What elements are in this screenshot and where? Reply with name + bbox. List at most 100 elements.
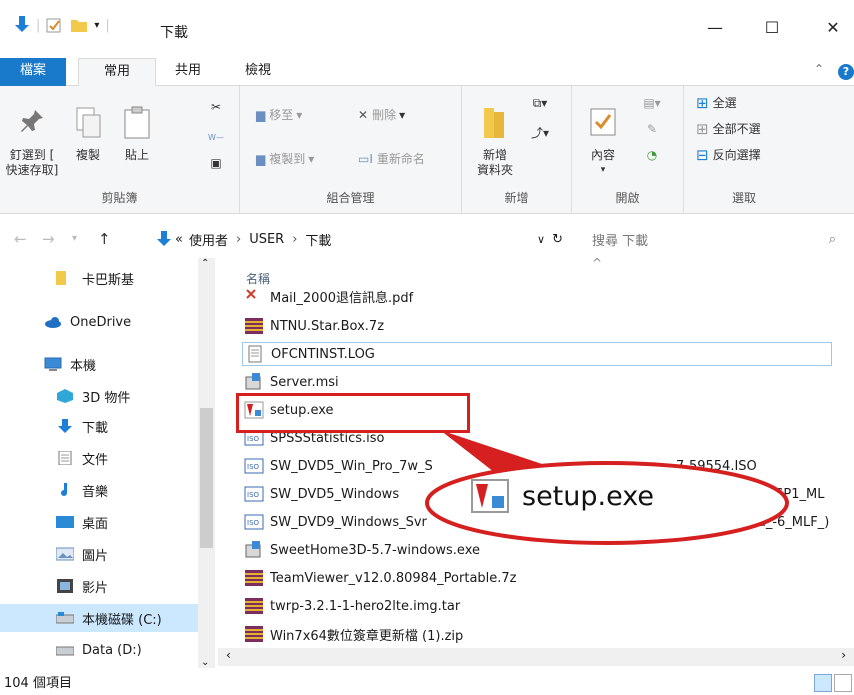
cut-icon[interactable]: ✂ [206,100,226,115]
file-row[interactable]: TeamViewer_v12.0.80984_Portable.7z [244,566,517,590]
nav-item-pictures[interactable]: 圖片 [56,540,108,568]
recent-locations-icon[interactable]: ▾ [72,233,77,244]
file-name: SW_DVD5_Windows [270,486,400,502]
paste-button[interactable]: 貼上 [114,106,160,163]
move-to-icon: ▆ [256,108,266,122]
nav-item-music[interactable]: 音樂 [56,476,108,504]
download-arrow-icon[interactable] [14,16,30,34]
select-all-label: 全選 [712,96,737,110]
nav-item-this-pc[interactable]: 本機 [44,350,96,378]
file-name: Win7x64數位簽章更新檔 (1).zip [270,628,464,644]
nav-item-downloads[interactable]: 下載 [56,412,108,440]
breadcrumb-users[interactable]: 使用者 [189,230,228,249]
select-none-icon: ⊞ [696,120,709,138]
file-row-focused[interactable]: OFCNTINST.LOG [242,342,832,366]
nav-item-data-d[interactable]: Data (D:) [56,636,142,664]
refresh-icon[interactable]: ↻ [552,232,563,247]
copy-to-button[interactable]: ▆ 複製到 ▾ [256,152,314,167]
pin-label: 釘選到 [ [9,148,55,162]
maximize-button[interactable]: ☐ [757,18,787,42]
back-arrow-icon[interactable]: ← [14,230,27,248]
open-icon[interactable]: ▤▾ [638,96,666,111]
file-row[interactable]: ISO SW_DVD5_Windows w_SP1_ML [244,482,824,506]
address-input[interactable]: « 使用者 › USER › 下載 ∨ ↻ [148,226,570,252]
highlight-box [236,393,470,433]
breadcrumb-user[interactable]: USER [249,232,284,247]
file-name: Server.msi [270,374,339,390]
easy-access-icon[interactable]: ⤴▾ [526,126,554,141]
nav-scrollbar[interactable]: ⌃ ⌄ [198,258,215,668]
properties-check-icon[interactable] [46,17,62,33]
folder-icon [56,271,66,285]
horizontal-scrollbar[interactable]: ‹ › [218,648,854,666]
nav-item-videos[interactable]: 影片 [56,572,108,600]
minimize-button[interactable]: — [700,18,730,42]
nav-label: 文件 [82,452,109,468]
copy-path-icon[interactable]: W— [206,130,226,145]
large-icons-view-icon[interactable] [834,674,852,692]
pin-quick-access-button[interactable]: 釘選到 [ 快速存取] [4,106,60,178]
select-all-button[interactable]: ⊞ 全選 [696,96,737,111]
delete-button[interactable]: ✕ 刪除 ▾ [358,108,405,123]
nav-label: 本機 [70,358,97,374]
open-group: 內容 ▾ ▤▾ ✎ ◔ 開啟 [572,86,684,214]
organize-group-label: 組合管理 [326,191,375,205]
copy-button[interactable]: 複製 [66,106,110,163]
file-row[interactable]: ISO SW_DVD5_Win_Pro_7w_S 7-59554.ISO [244,454,757,478]
invert-selection-button[interactable]: ⊟ 反向選擇 [696,148,761,163]
file-row[interactable]: Win7x64數位簽章更新檔 (1).zip [244,622,463,646]
scroll-up-icon[interactable]: ⌃ [201,258,209,269]
scroll-right-icon[interactable]: › [841,648,846,662]
new-item-icon[interactable]: ⧉▾ [526,96,554,111]
file-row[interactable]: NTNU.Star.Box.7z [244,314,384,338]
breadcrumb-downloads[interactable]: 下載 [305,230,331,249]
up-arrow-icon[interactable]: ↑ [98,230,111,248]
tab-share[interactable]: 共用 [165,58,211,86]
select-none-button[interactable]: ⊞ 全部不選 [696,122,761,137]
callout-label: setup.exe [522,480,654,512]
tab-home[interactable]: 常用 [78,58,156,87]
copy-label: 複製 [75,148,100,162]
tab-view[interactable]: 檢視 [235,58,281,86]
file-name-tail: 7-59554.ISO [676,458,757,474]
details-view-icon[interactable] [814,674,832,692]
new-folder-button[interactable]: 新增 資料夾 [472,106,518,178]
new-folder-icon[interactable] [70,17,88,33]
nav-item-desktop[interactable]: 桌面 [56,508,108,536]
rename-button[interactable]: ▭I 重新命名 [358,152,425,167]
file-row[interactable]: Mail_2000退信訊息.pdf [244,284,413,308]
nav-item-3d-objects[interactable]: 3D 物件 [56,382,130,410]
help-icon[interactable]: ? [838,64,854,80]
text-file-icon [248,345,262,363]
search-icon[interactable]: ⌕ [829,232,836,247]
nav-item-kaspersky[interactable]: 卡巴斯基 [56,264,134,292]
paste-shortcut-icon[interactable]: ▣ [206,156,226,171]
close-button[interactable]: ✕ [818,18,848,42]
document-icon [58,451,72,465]
forward-arrow-icon[interactable]: → [42,230,55,248]
qa-dropdown-icon[interactable]: ▾ [94,20,99,31]
file-row[interactable]: ISO SW_DVD9_Windows_Svr hTrad_-6_MLF_) [244,510,829,534]
collapse-ribbon-icon[interactable]: ⌃ [814,62,824,76]
nav-item-onedrive[interactable]: OneDrive [44,308,131,336]
file-row[interactable]: SweetHome3D-5.7-windows.exe [244,538,480,562]
address-dropdown-icon[interactable]: ∨ [537,233,545,246]
properties-label: 內容 [590,148,615,162]
history-icon[interactable]: ◔ [638,148,666,163]
scroll-left-icon[interactable]: ‹ [226,648,231,662]
nav-scroll-thumb[interactable] [200,408,213,548]
properties-button[interactable]: 內容 ▾ [580,106,626,178]
edit-icon[interactable]: ✎ [638,122,666,137]
clipboard-group-label: 剪貼簿 [101,191,138,205]
scroll-down-icon[interactable]: ⌄ [201,657,209,668]
file-row[interactable]: twrp-3.2.1-1-hero2lte.img.tar [244,594,460,618]
nav-label: 本機磁碟 (C:) [82,612,162,628]
file-row[interactable]: Server.msi [244,370,339,394]
navigation-pane: 卡巴斯基 OneDrive 本機 3D 物件 下載 文件 音樂 桌面 圖片 影片… [0,256,218,668]
search-input[interactable]: 搜尋 下載 ⌕ [578,226,842,252]
nav-item-documents[interactable]: 文件 [56,444,108,472]
nav-item-local-disk-c[interactable]: 本機磁碟 (C:) [0,604,198,632]
paste-label: 貼上 [124,148,149,162]
tab-file[interactable]: 檔案 [0,58,66,86]
move-to-button[interactable]: ▆ 移至 ▾ [256,108,302,123]
